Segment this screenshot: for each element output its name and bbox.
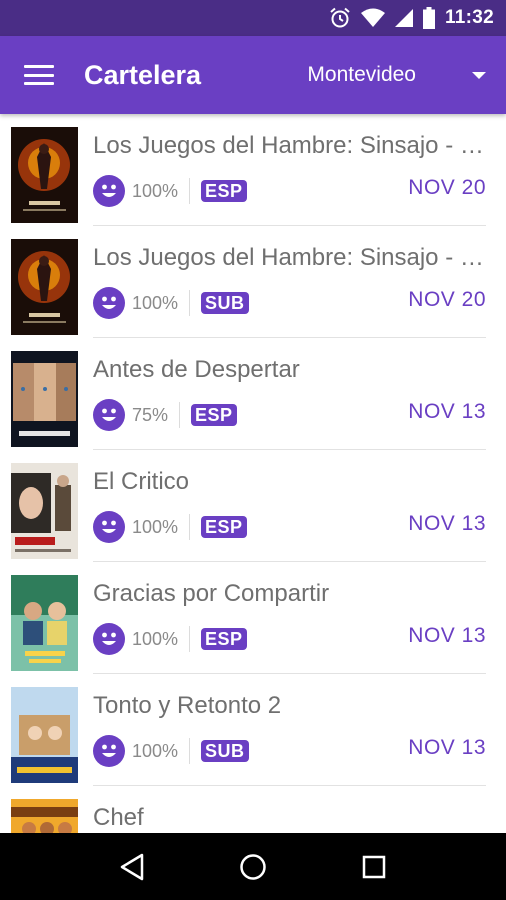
- alarm-icon: [330, 7, 350, 28]
- divider: [189, 738, 191, 764]
- release-date: NOV 13: [408, 624, 486, 647]
- movie-poster: [11, 127, 78, 223]
- movie-title: Chef: [93, 804, 144, 831]
- battery-icon: [422, 7, 435, 29]
- movie-title: Antes de Despertar: [93, 356, 300, 383]
- movie-poster: [11, 463, 78, 559]
- smiley-icon: [93, 623, 125, 655]
- hamburger-icon: [24, 65, 54, 85]
- language-badge: ESP: [201, 516, 247, 538]
- movie-title: Tonto y Retonto 2: [93, 692, 282, 719]
- release-date: NOV 20: [408, 176, 486, 199]
- movie-list-item[interactable]: Gracias por Compartir 100% ESP NOV 13: [0, 562, 506, 674]
- movie-title: El Critico: [93, 468, 190, 495]
- movie-poster: [11, 239, 78, 335]
- chevron-down-icon: [472, 71, 486, 79]
- app-bar: Cartelera Montevideo: [0, 36, 506, 114]
- movie-rating: 100%: [132, 292, 179, 313]
- city-dropdown-value: Montevideo: [307, 63, 416, 86]
- divider: [189, 178, 191, 204]
- movie-title: Los Juegos del Hambre: Sinsajo - Parte 1: [93, 244, 486, 271]
- movie-poster: [11, 575, 78, 671]
- release-date: NOV 20: [408, 288, 486, 311]
- movie-list-item[interactable]: Los Juegos del Hambre: Sinsajo - Parte 1…: [0, 114, 506, 226]
- smiley-icon: [93, 399, 125, 431]
- divider: [189, 514, 191, 540]
- release-date: NOV 13: [408, 512, 486, 535]
- smiley-icon: [93, 735, 125, 767]
- status-bar: 11:32: [0, 0, 506, 36]
- movie-list-item[interactable]: Chef: [0, 786, 506, 833]
- smiley-icon: [93, 175, 125, 207]
- movie-info: Tonto y Retonto 2 100% SUB NOV 13: [93, 674, 486, 786]
- home-icon: [240, 853, 266, 880]
- movie-rating: 75%: [132, 404, 169, 425]
- movie-list-item[interactable]: El Critico 100% ESP NOV 13: [0, 450, 506, 562]
- home-button[interactable]: [228, 842, 278, 892]
- language-badge: ESP: [191, 404, 237, 426]
- movie-meta: 100% SUB NOV 20: [93, 286, 486, 320]
- language-badge: SUB: [201, 292, 249, 314]
- movie-info: Los Juegos del Hambre: Sinsajo - Parte 1…: [93, 114, 486, 226]
- movie-poster: [11, 799, 78, 833]
- movie-meta: 100% ESP NOV 20: [93, 174, 486, 208]
- movie-rating: 100%: [132, 628, 179, 649]
- movie-list[interactable]: Los Juegos del Hambre: Sinsajo - Parte 1…: [0, 114, 506, 833]
- language-badge: SUB: [201, 740, 249, 762]
- movie-poster: [11, 351, 78, 447]
- navigation-bar: [0, 833, 506, 900]
- movie-rating: 100%: [132, 180, 179, 201]
- movie-list-item[interactable]: Tonto y Retonto 2 100% SUB NOV 13: [0, 674, 506, 786]
- movie-info: Chef: [93, 786, 486, 833]
- release-date: NOV 13: [408, 400, 486, 423]
- movie-meta: 100% ESP NOV 13: [93, 510, 486, 544]
- movie-title: Los Juegos del Hambre: Sinsajo - Parte 1: [93, 132, 486, 159]
- status-clock: 11:32: [444, 7, 494, 28]
- signal-icon: [394, 9, 413, 27]
- smiley-icon: [93, 511, 125, 543]
- smiley-icon: [93, 287, 125, 319]
- movie-info: Antes de Despertar 75% ESP NOV 13: [93, 338, 486, 450]
- movie-info: Gracias por Compartir 100% ESP NOV 13: [93, 562, 486, 674]
- back-icon: [121, 853, 144, 880]
- movie-info: Los Juegos del Hambre: Sinsajo - Parte 1…: [93, 226, 486, 338]
- movie-poster: [11, 687, 78, 783]
- page-title: Cartelera: [84, 59, 202, 90]
- language-badge: ESP: [201, 180, 247, 202]
- wifi-icon: [360, 8, 385, 27]
- movie-rating: 100%: [132, 740, 179, 761]
- recents-icon: [362, 855, 385, 878]
- language-badge: ESP: [201, 628, 247, 650]
- movie-meta: 100% ESP NOV 13: [93, 622, 486, 656]
- movie-info: El Critico 100% ESP NOV 13: [93, 450, 486, 562]
- menu-button[interactable]: [0, 36, 78, 114]
- movie-title: Gracias por Compartir: [93, 580, 330, 607]
- movie-rating: 100%: [132, 516, 179, 537]
- release-date: NOV 13: [408, 736, 486, 759]
- back-button[interactable]: [107, 842, 157, 892]
- city-dropdown[interactable]: Montevideo: [307, 36, 506, 114]
- movie-meta: 75% ESP NOV 13: [93, 398, 486, 432]
- movie-list-item[interactable]: Antes de Despertar 75% ESP NOV 13: [0, 338, 506, 450]
- divider: [189, 626, 191, 652]
- movie-meta: 100% SUB NOV 13: [93, 734, 486, 768]
- divider: [189, 290, 191, 316]
- movie-list-item[interactable]: Los Juegos del Hambre: Sinsajo - Parte 1…: [0, 226, 506, 338]
- recents-button[interactable]: [349, 842, 399, 892]
- divider: [179, 402, 181, 428]
